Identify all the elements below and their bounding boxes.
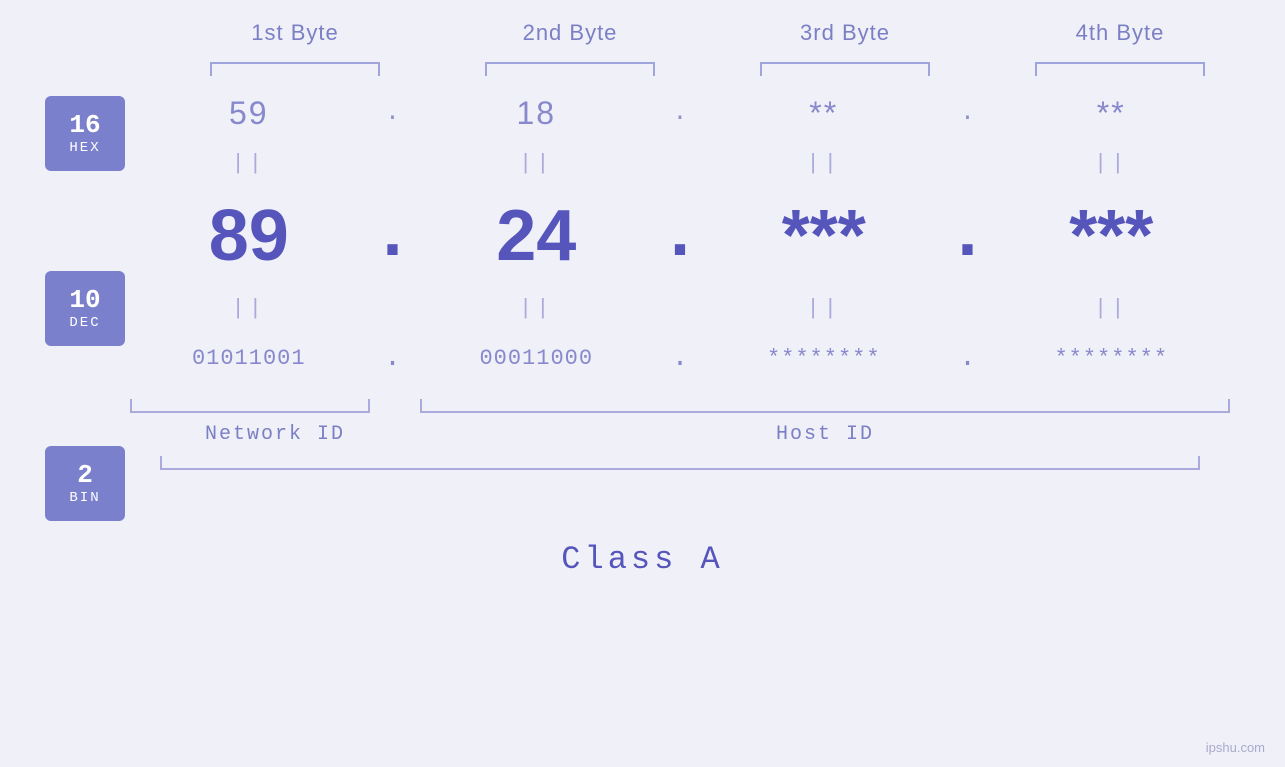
equals-5: || xyxy=(130,291,368,326)
bin-val-4: ******** xyxy=(1054,346,1168,371)
hex-val-1: 59 xyxy=(229,95,269,132)
bracket-1 xyxy=(158,56,433,76)
bracket-line-2 xyxy=(485,62,655,76)
bracket-2 xyxy=(433,56,708,76)
bottom-labels: Network ID Host ID xyxy=(130,423,1230,446)
bytes-display: 59 . 18 . ** . ** || || xyxy=(130,81,1230,531)
full-bracket-container xyxy=(130,456,1230,470)
bin-text: BIN xyxy=(69,490,100,506)
bin-cell-3: ******** xyxy=(705,346,943,371)
bracket-3 xyxy=(708,56,983,76)
equals-2: || xyxy=(418,146,656,181)
equals-row-1: || || || || xyxy=(130,146,1230,181)
byte-header-3: 3rd Byte xyxy=(708,20,983,46)
hex-dot-2: . xyxy=(655,100,705,127)
main-container: 1st Byte 2nd Byte 3rd Byte 4th Byte 16 H… xyxy=(0,0,1285,767)
hex-val-4: ** xyxy=(1097,95,1126,132)
dec-cell-4: *** xyxy=(993,200,1231,272)
bottom-bracket-lines xyxy=(130,399,1230,419)
top-brackets xyxy=(158,56,1258,76)
host-id-label: Host ID xyxy=(420,423,1230,446)
hex-cell-4: ** xyxy=(993,95,1231,132)
bin-cell-4: ******** xyxy=(993,346,1231,371)
hex-num: 16 xyxy=(69,111,100,140)
class-a-label: Class A xyxy=(0,541,1285,578)
hex-label-box: 16 HEX xyxy=(45,96,125,171)
bracket-line-3 xyxy=(760,62,930,76)
equals-1: || xyxy=(130,146,368,181)
dec-val-3: *** xyxy=(782,200,866,272)
equals-7: || xyxy=(705,291,943,326)
bin-cell-2: 00011000 xyxy=(418,346,656,371)
labels-column: 16 HEX 10 DEC 2 BIN xyxy=(0,81,130,531)
network-bracket xyxy=(130,399,370,413)
equals-8: || xyxy=(993,291,1231,326)
equals-6: || xyxy=(418,291,656,326)
bin-val-2: 00011000 xyxy=(479,346,593,371)
dec-num: 10 xyxy=(69,286,100,315)
byte-headers-row: 1st Byte 2nd Byte 3rd Byte 4th Byte xyxy=(158,20,1258,46)
hex-cell-3: ** xyxy=(705,95,943,132)
byte-header-2: 2nd Byte xyxy=(433,20,708,46)
bracket-line-4 xyxy=(1035,62,1205,76)
bracket-4 xyxy=(983,56,1258,76)
dec-val-2: 24 xyxy=(496,200,576,272)
bin-val-3: ******** xyxy=(767,346,881,371)
bin-row: 01011001 . 00011000 . ******** . *******… xyxy=(130,326,1230,391)
dec-dot-3: . xyxy=(943,195,993,277)
dec-row: 89 . 24 . *** . *** xyxy=(130,181,1230,291)
dec-dot-1: . xyxy=(368,195,418,277)
hex-text: HEX xyxy=(69,140,100,156)
bin-dot-2: . xyxy=(655,343,705,374)
bin-label-box: 2 BIN xyxy=(45,446,125,521)
equals-3: || xyxy=(705,146,943,181)
dec-cell-2: 24 xyxy=(418,200,656,272)
dec-cell-3: *** xyxy=(705,200,943,272)
byte-header-1: 1st Byte xyxy=(158,20,433,46)
hex-dot-1: . xyxy=(368,100,418,127)
bin-dot-1: . xyxy=(368,343,418,374)
hex-cell-1: 59 xyxy=(130,95,368,132)
dec-val-4: *** xyxy=(1069,200,1153,272)
hex-dot-3: . xyxy=(943,100,993,127)
equals-row-2: || || || || xyxy=(130,291,1230,326)
hex-val-3: ** xyxy=(809,95,838,132)
dec-dot-2: . xyxy=(655,195,705,277)
equals-4: || xyxy=(993,146,1231,181)
bin-cell-1: 01011001 xyxy=(130,346,368,371)
hex-row: 59 . 18 . ** . ** xyxy=(130,81,1230,146)
dec-val-1: 89 xyxy=(209,200,289,272)
bin-dot-3: . xyxy=(943,343,993,374)
network-id-label: Network ID xyxy=(130,423,420,446)
bin-num: 2 xyxy=(77,461,93,490)
byte-header-4: 4th Byte xyxy=(983,20,1258,46)
bottom-area: Network ID Host ID xyxy=(130,399,1230,470)
dec-cell-1: 89 xyxy=(130,200,368,272)
bracket-line-1 xyxy=(210,62,380,76)
dec-text: DEC xyxy=(69,315,100,331)
dec-label-box: 10 DEC xyxy=(45,271,125,346)
hex-val-2: 18 xyxy=(516,95,556,132)
watermark: ipshu.com xyxy=(1206,740,1265,755)
bin-val-1: 01011001 xyxy=(192,346,306,371)
full-bracket xyxy=(160,456,1200,470)
host-bracket xyxy=(420,399,1230,413)
hex-cell-2: 18 xyxy=(418,95,656,132)
